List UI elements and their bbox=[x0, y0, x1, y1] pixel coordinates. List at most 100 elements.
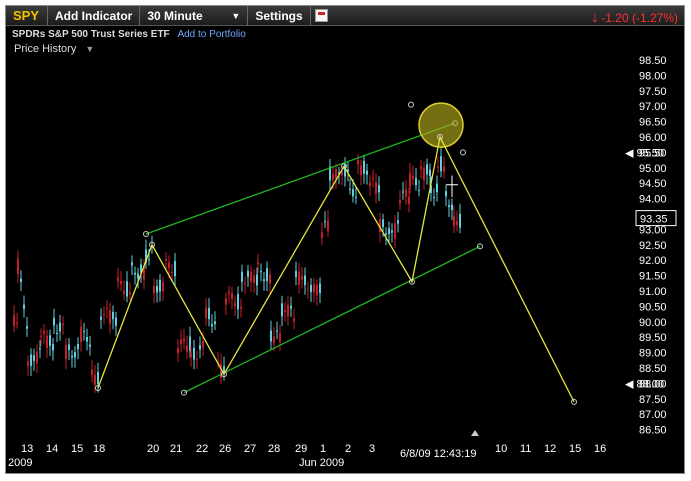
candle-body bbox=[174, 261, 176, 277]
x-tick-label: 27 bbox=[244, 443, 256, 455]
candle-body bbox=[295, 270, 297, 277]
cursor-marker-icon bbox=[471, 430, 479, 436]
candle-body bbox=[240, 306, 242, 309]
candle-body bbox=[97, 371, 99, 385]
candle-body bbox=[129, 292, 131, 295]
candle-body bbox=[293, 318, 295, 322]
y-tick-label: 92.50 bbox=[639, 240, 667, 252]
candle-body bbox=[273, 336, 275, 344]
candle-body bbox=[13, 315, 15, 327]
candle-body bbox=[59, 322, 61, 332]
candle-body bbox=[186, 345, 188, 352]
candle-body bbox=[244, 283, 246, 285]
y-tick-label: 86.50 bbox=[639, 425, 667, 437]
candle-body bbox=[279, 333, 281, 342]
candle-body bbox=[112, 311, 114, 320]
candle-body bbox=[304, 275, 306, 286]
candle-body bbox=[208, 307, 210, 320]
candle-body bbox=[382, 219, 384, 227]
x-tick-label: 15 bbox=[71, 443, 83, 455]
candle-body bbox=[327, 220, 329, 232]
candle-body bbox=[117, 277, 119, 282]
x-tick-label: 15 bbox=[569, 443, 581, 455]
candle-body bbox=[448, 205, 450, 207]
candle-body bbox=[310, 284, 312, 293]
candle-body bbox=[39, 348, 41, 350]
y-tick-label: 98.00 bbox=[639, 70, 667, 82]
candle-body bbox=[451, 204, 453, 210]
candle-body bbox=[369, 182, 371, 187]
candle-body bbox=[341, 171, 343, 176]
candle-body bbox=[80, 326, 82, 342]
candle-body bbox=[409, 172, 411, 187]
candle-body bbox=[40, 335, 42, 337]
x-period-label: Jun 2009 bbox=[299, 457, 344, 469]
x-tick-label: 18 bbox=[93, 443, 105, 455]
price-chart[interactable]: 98.5098.0097.5097.0096.5096.0095.5095.00… bbox=[6, 6, 685, 474]
channel-upper-line bbox=[145, 122, 456, 235]
last-price-label: 93.35 bbox=[640, 214, 668, 226]
candle-body bbox=[36, 351, 38, 364]
candle-body bbox=[109, 309, 111, 324]
candle-body bbox=[46, 335, 48, 348]
candle-body bbox=[335, 169, 337, 179]
candle-body bbox=[43, 331, 45, 334]
y-tick-label: 96.00 bbox=[639, 132, 667, 144]
candle-body bbox=[190, 353, 192, 357]
x-tick-label: 1 bbox=[320, 443, 326, 455]
x-tick-label: 14 bbox=[46, 443, 58, 455]
candle-body bbox=[180, 339, 182, 344]
candle-body bbox=[33, 355, 35, 361]
candle-body bbox=[247, 270, 249, 277]
candle-body bbox=[171, 271, 173, 273]
candle-body bbox=[94, 374, 96, 385]
axis-layer: 98.5098.0097.5097.0096.5096.0095.5095.00… bbox=[8, 55, 677, 469]
y-tick-label: 97.00 bbox=[639, 101, 667, 113]
candle-body bbox=[253, 275, 255, 284]
candle-body bbox=[394, 223, 396, 239]
candle-body bbox=[256, 274, 258, 286]
candle-body bbox=[412, 175, 414, 179]
candle-body bbox=[281, 303, 283, 317]
candle-body bbox=[388, 228, 390, 235]
y-tick-label: 87.50 bbox=[639, 394, 667, 406]
candle-body bbox=[366, 170, 368, 175]
candle-body bbox=[156, 285, 158, 293]
candle-body bbox=[298, 271, 300, 285]
candle-body bbox=[360, 165, 362, 176]
candle-body bbox=[257, 262, 259, 265]
candle-body bbox=[126, 281, 128, 297]
candle-body bbox=[443, 166, 445, 172]
candle-body bbox=[71, 355, 73, 358]
candle-body bbox=[148, 259, 150, 261]
candle-body bbox=[357, 160, 359, 165]
y-tick-label: 90.00 bbox=[639, 317, 667, 329]
candle-body bbox=[68, 344, 70, 350]
candle-body bbox=[408, 196, 410, 204]
candle-body bbox=[266, 268, 268, 282]
candle-body bbox=[26, 326, 28, 329]
y-tick-label: 89.00 bbox=[639, 348, 667, 360]
candle-body bbox=[321, 232, 323, 239]
candle-body bbox=[385, 233, 387, 235]
candle-body bbox=[418, 189, 420, 191]
candle-body bbox=[30, 354, 32, 366]
candle-body bbox=[234, 302, 236, 307]
y-tick-label: 88.50 bbox=[639, 363, 667, 375]
candle-body bbox=[397, 220, 399, 224]
x-tick-label: 21 bbox=[170, 443, 182, 455]
candle-body bbox=[202, 340, 204, 348]
candle-body bbox=[177, 348, 179, 354]
candle-body bbox=[20, 278, 22, 283]
candle-body bbox=[131, 262, 133, 266]
candle-body bbox=[378, 185, 380, 193]
y-tick-label: 97.50 bbox=[639, 86, 667, 98]
candle-body bbox=[405, 189, 407, 197]
candle-body bbox=[23, 304, 25, 309]
candle-body bbox=[355, 196, 357, 198]
candle-body bbox=[137, 273, 139, 279]
highlight-circle bbox=[418, 102, 464, 148]
candle-body bbox=[402, 191, 404, 193]
candle-body bbox=[91, 369, 93, 376]
candle-body bbox=[228, 291, 230, 294]
